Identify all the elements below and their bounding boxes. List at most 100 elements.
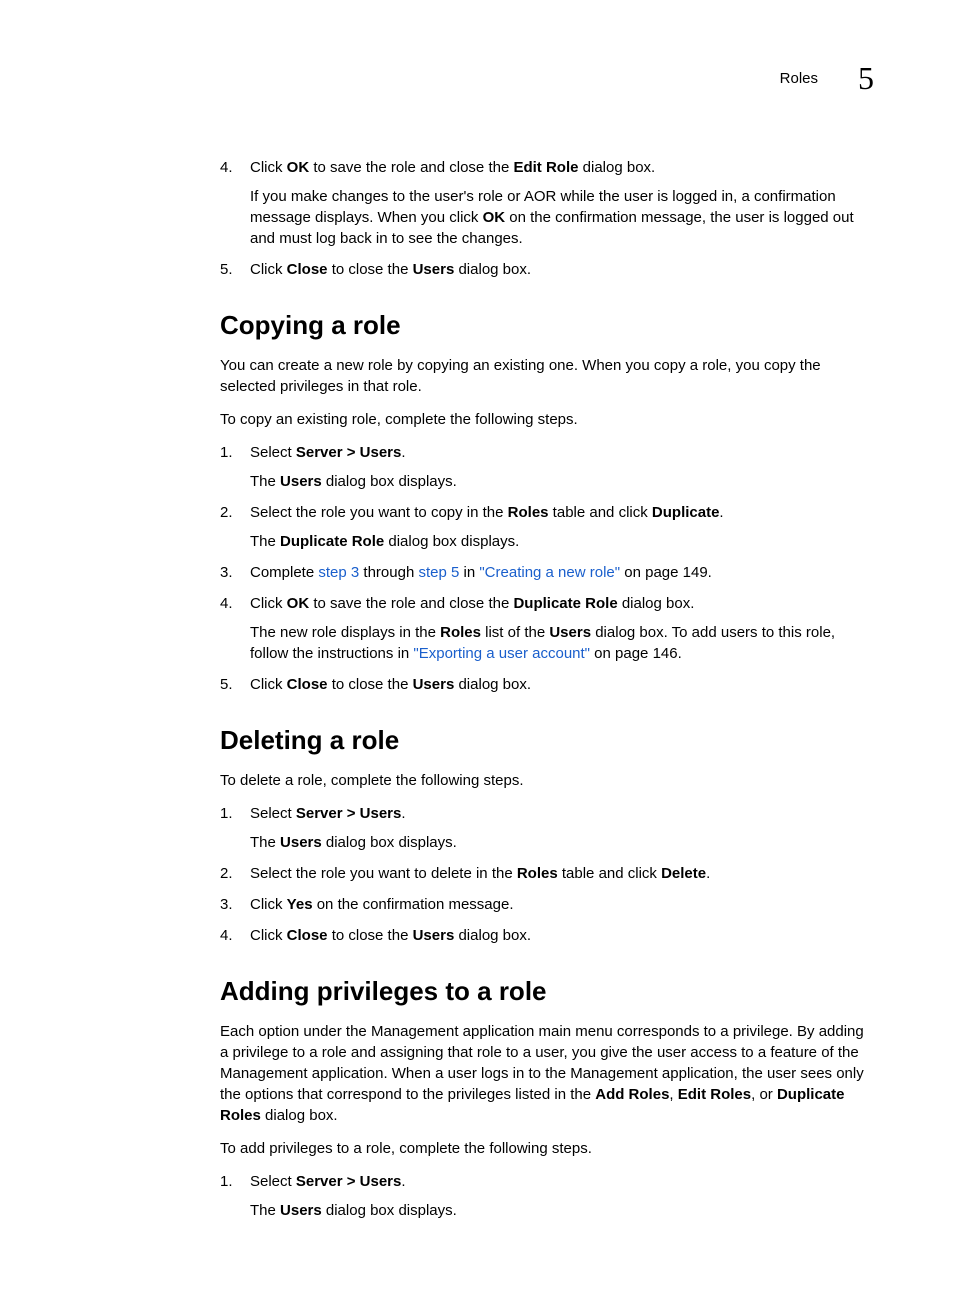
text-run: Select <box>250 805 296 822</box>
text-run: The <box>250 473 280 490</box>
text-run: Duplicate Role <box>513 595 617 612</box>
paragraph: To add privileges to a role, complete th… <box>220 1138 864 1159</box>
text-run: OK <box>483 209 506 226</box>
text-run: dialog box. <box>578 159 655 176</box>
text-run: Close <box>287 261 328 278</box>
step-sub: The Users dialog box displays. <box>250 471 864 492</box>
step-item: Click OK to save the role and close the … <box>220 157 864 249</box>
text-run: To copy an existing role, complete the f… <box>220 411 578 428</box>
header-label: Roles <box>780 70 818 87</box>
text-run: The <box>250 834 280 851</box>
text-run: Select the role you want to copy in the <box>250 504 508 521</box>
text-run: Click <box>250 261 287 278</box>
text-run: to close the <box>328 261 413 278</box>
text-run: The new role displays in the <box>250 624 440 641</box>
text-run: OK <box>287 159 310 176</box>
chapter-number: 5 <box>858 60 874 97</box>
step-sub: The Users dialog box displays. <box>250 832 864 853</box>
text-run: Select <box>250 1173 296 1190</box>
text-run: Click <box>250 927 287 944</box>
text-run: Users <box>280 834 322 851</box>
text-run: in <box>459 564 479 581</box>
text-run: on page 146. <box>590 645 682 662</box>
text-run: . <box>401 805 405 822</box>
paragraph: To copy an existing role, complete the f… <box>220 409 864 430</box>
text-run: Edit Role <box>513 159 578 176</box>
text-run: Click <box>250 676 287 693</box>
step-item: Select Server > Users.The Users dialog b… <box>220 442 864 492</box>
text-run: dialog box. <box>454 261 531 278</box>
text-run: . <box>401 1173 405 1190</box>
step-item: Select the role you want to delete in th… <box>220 863 864 884</box>
step-item: Click Close to close the Users dialog bo… <box>220 259 864 280</box>
step-list: Select Server > Users. The Users dialog b… <box>220 442 864 695</box>
text-run: Yes <box>287 896 313 913</box>
text-run: . <box>706 865 710 882</box>
text-run: dialog box displays. <box>322 1202 457 1219</box>
text-run: Delete <box>661 865 706 882</box>
text-run: Server > Users <box>296 1173 402 1190</box>
xref-link[interactable]: "Exporting a user account" <box>413 645 590 662</box>
text-run: The <box>250 533 280 550</box>
step-item: Select the role you want to copy in the … <box>220 502 864 552</box>
text-run: , <box>669 1086 677 1103</box>
text-run: Users <box>549 624 591 641</box>
text-run: . <box>719 504 723 521</box>
text-run: Roles <box>440 624 481 641</box>
text-run: Select <box>250 444 296 461</box>
step-sub: The new role displays in the Roles list … <box>250 622 864 664</box>
step-item: Complete step 3 through step 5 in "Creat… <box>220 562 864 583</box>
text-run: Duplicate <box>652 504 720 521</box>
text-run: Click <box>250 159 287 176</box>
step-item: Click Close to close the Users dialog bo… <box>220 674 864 695</box>
text-run: to close the <box>328 676 413 693</box>
text-run: Server > Users <box>296 444 402 461</box>
text-run: Click <box>250 595 287 612</box>
text-run: to close the <box>328 927 413 944</box>
step-sub: The Duplicate Role dialog box displays. <box>250 531 864 552</box>
text-run: dialog box displays. <box>322 834 457 851</box>
step-item: Click Yes on the confirmation message. <box>220 894 864 915</box>
step-sub: If you make changes to the user's role o… <box>250 186 864 249</box>
text-run: to save the role and close the <box>309 595 513 612</box>
page-content: Click OK to save the role and close the … <box>220 157 864 1221</box>
section-heading: Adding privileges to a role <box>220 976 864 1007</box>
text-run: Add Roles <box>595 1086 669 1103</box>
text-run: Roles <box>508 504 549 521</box>
section-heading: Deleting a role <box>220 725 864 756</box>
section-heading: Copying a role <box>220 310 864 341</box>
step-list: Select Server > Users. The Users dialog b… <box>220 803 864 946</box>
text-run: The <box>250 1202 280 1219</box>
xref-link[interactable]: "Creating a new role" <box>479 564 620 581</box>
text-run: dialog box displays. <box>384 533 519 550</box>
step-list: Click OK to save the role and close the … <box>220 157 864 280</box>
step-item: Click OK to save the role and close the … <box>220 593 864 664</box>
text-run: on the confirmation message. <box>313 896 514 913</box>
paragraph: Each option under the Management applica… <box>220 1021 864 1126</box>
text-run: through <box>359 564 418 581</box>
text-run: list of the <box>481 624 549 641</box>
step-sub: The Users dialog box displays. <box>250 1200 864 1221</box>
text-run: , or <box>751 1086 777 1103</box>
paragraph: You can create a new role by copying an … <box>220 355 864 397</box>
page: Roles 5 Click OK to save the role and cl… <box>0 0 954 1291</box>
xref-link[interactable]: step 3 <box>318 564 359 581</box>
text-run: dialog box. <box>261 1107 338 1124</box>
text-run: dialog box. <box>454 927 531 944</box>
text-run: Duplicate Role <box>280 533 384 550</box>
text-run: Close <box>287 676 328 693</box>
text-run: Users <box>280 1202 322 1219</box>
section: Adding privileges to a role Each option u… <box>220 976 864 1221</box>
text-run: Users <box>280 473 322 490</box>
paragraph: To delete a role, complete the following… <box>220 770 864 791</box>
text-run: dialog box. <box>454 676 531 693</box>
xref-link[interactable]: step 5 <box>418 564 459 581</box>
text-run: dialog box. <box>618 595 695 612</box>
text-run: Edit Roles <box>678 1086 751 1103</box>
text-run: Click <box>250 896 287 913</box>
text-run: OK <box>287 595 310 612</box>
text-run: Close <box>287 927 328 944</box>
step-item: Select Server > Users. The Users dialog b… <box>220 803 864 853</box>
text-run: Server > Users <box>296 805 402 822</box>
text-run: Users <box>413 261 455 278</box>
